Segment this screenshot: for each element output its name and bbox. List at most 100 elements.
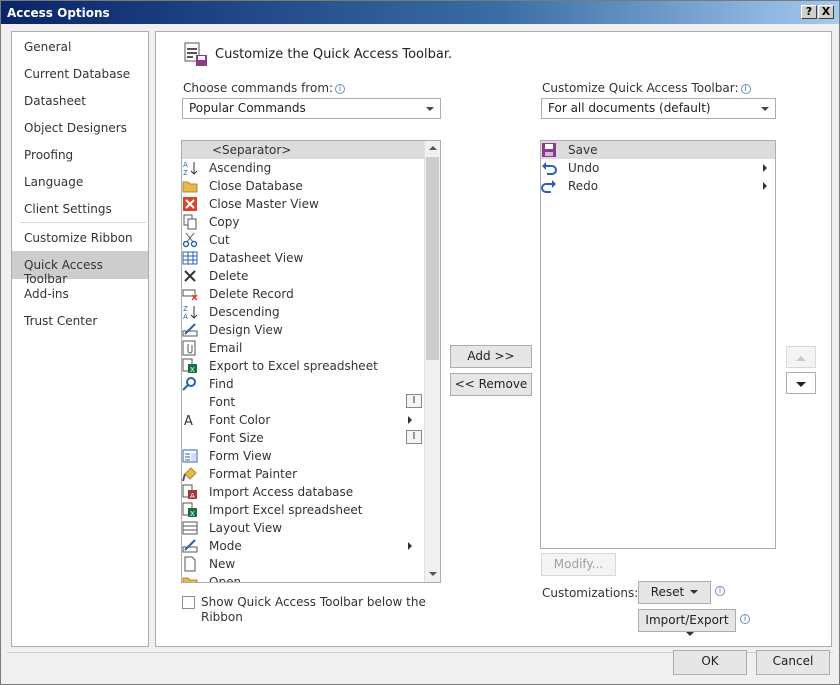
svg-text:X: X xyxy=(190,366,195,374)
page-title: Customize the Quick Access Toolbar. xyxy=(215,47,453,62)
command-item[interactable]: A Font Color xyxy=(182,411,424,429)
reset-button[interactable]: Reset xyxy=(638,581,711,604)
command-item[interactable]: Cut xyxy=(182,231,424,249)
sort-descending-icon: ZA xyxy=(183,305,198,320)
customizations-label: Customizations: xyxy=(542,586,639,600)
redo-icon xyxy=(541,180,556,193)
undo-icon xyxy=(542,162,557,175)
info-icon: i xyxy=(740,614,750,624)
command-label: Close Database xyxy=(209,179,303,193)
command-item[interactable]: Mode xyxy=(182,537,424,555)
command-item[interactable]: Font I xyxy=(182,393,424,411)
command-label: <Separator> xyxy=(212,143,292,157)
scissors-icon xyxy=(182,232,198,248)
command-item[interactable]: Open xyxy=(182,573,424,583)
command-item[interactable]: Close Master View xyxy=(182,195,424,213)
window-title: Access Options xyxy=(7,6,110,20)
info-icon: i xyxy=(715,586,725,596)
nav-item-trust-center[interactable]: Trust Center xyxy=(12,308,148,334)
help-button[interactable]: ? xyxy=(801,5,817,19)
commands-list[interactable]: <Separator> A Z Ascending Close Database Clos… xyxy=(181,140,441,583)
modify-button[interactable]: Modify... xyxy=(541,553,616,576)
scroll-down-button[interactable] xyxy=(425,567,440,582)
command-item[interactable]: Format Painter xyxy=(182,465,424,483)
cancel-button[interactable]: Cancel xyxy=(756,650,830,675)
command-item[interactable]: Email xyxy=(182,339,424,357)
command-item[interactable]: A Z Ascending xyxy=(182,159,424,177)
submenu-arrow-icon xyxy=(408,542,412,550)
ok-button[interactable]: OK xyxy=(673,650,747,675)
remove-button[interactable]: << Remove xyxy=(450,373,532,396)
command-item[interactable]: Copy xyxy=(182,213,424,231)
chevron-down-icon xyxy=(686,632,694,636)
command-label: Email xyxy=(209,341,243,355)
command-item[interactable]: Design View xyxy=(182,321,424,339)
command-label: Layout View xyxy=(209,521,283,535)
add-button[interactable]: Add >> xyxy=(450,345,532,368)
x-icon xyxy=(184,270,196,282)
svg-text:A: A xyxy=(190,492,195,500)
command-item[interactable]: Close Database xyxy=(182,177,424,195)
command-item[interactable]: X Import Excel spreadsheet xyxy=(182,501,424,519)
commands-scrollbar[interactable] xyxy=(424,141,440,582)
nav-item-proofing[interactable]: Proofing xyxy=(12,142,148,168)
command-item[interactable]: Delete Record xyxy=(182,285,424,303)
command-item[interactable]: Delete xyxy=(182,267,424,285)
command-item[interactable]: Form View xyxy=(182,447,424,465)
command-item[interactable]: Z A Descending xyxy=(182,303,424,321)
excel-import-icon: X xyxy=(182,502,197,518)
access-options-dialog: Access Options ? X General Current Datab… xyxy=(0,0,840,685)
import-export-button[interactable]: Import/Export xyxy=(638,609,736,636)
excel-export-icon: X xyxy=(182,358,197,374)
toolbar-item-redo[interactable]: Redo xyxy=(541,177,775,195)
choose-commands-dropdown[interactable]: Popular Commands xyxy=(182,98,441,119)
nav-item-datasheet[interactable]: Datasheet xyxy=(12,88,148,114)
submenu-arrow-icon xyxy=(408,416,412,424)
move-up-button[interactable] xyxy=(786,346,816,368)
command-item[interactable]: Layout View xyxy=(182,519,424,537)
command-item[interactable]: Font Size I xyxy=(182,429,424,447)
design-view-icon xyxy=(182,323,198,337)
save-icon xyxy=(542,143,556,157)
mode-icon xyxy=(182,539,198,553)
access-import-icon: A xyxy=(182,484,197,500)
command-item[interactable]: Find xyxy=(182,375,424,393)
command-label: Format Painter xyxy=(209,467,298,481)
command-label: Open xyxy=(209,575,242,583)
show-below-ribbon-checkbox[interactable] xyxy=(182,596,195,609)
nav-item-current-database[interactable]: Current Database xyxy=(12,61,148,87)
command-item[interactable]: Datasheet View xyxy=(182,249,424,267)
folder-icon xyxy=(182,577,198,582)
nav-item-object-designers[interactable]: Object Designers xyxy=(12,115,148,141)
toolbar-items-list[interactable]: Save Undo Redo xyxy=(540,140,776,549)
command-label: Import Excel spreadsheet xyxy=(209,503,363,517)
command-item[interactable]: New xyxy=(182,555,424,573)
move-down-button[interactable] xyxy=(786,372,816,394)
svg-text:A: A xyxy=(183,313,188,320)
command-item[interactable]: X Export to Excel spreadsheet xyxy=(182,357,424,375)
arrow-down-icon xyxy=(796,382,806,387)
text-field-icon: I xyxy=(406,394,422,408)
nav-item-add-ins[interactable]: Add-ins xyxy=(12,281,148,307)
command-label: Copy xyxy=(209,215,240,229)
svg-text:Z: Z xyxy=(183,305,188,313)
nav-item-general[interactable]: General xyxy=(12,34,148,60)
scroll-up-button[interactable] xyxy=(425,141,440,156)
chevron-down-icon xyxy=(426,107,434,111)
scroll-thumb[interactable] xyxy=(426,157,439,360)
command-item[interactable]: <Separator> xyxy=(182,141,424,159)
folder-icon xyxy=(182,181,198,193)
close-button[interactable]: X xyxy=(818,5,834,19)
command-label: Ascending xyxy=(209,161,272,175)
nav-item-language[interactable]: Language xyxy=(12,169,148,195)
nav-item-client-settings[interactable]: Client Settings xyxy=(12,196,148,222)
toolbar-item-save[interactable]: Save xyxy=(541,141,775,159)
nav-item-quick-access-toolbar[interactable]: Quick Access Toolbar xyxy=(12,251,148,286)
command-label: Delete Record xyxy=(209,287,294,301)
toolbar-item-undo[interactable]: Undo xyxy=(541,159,775,177)
command-label: Find xyxy=(209,377,234,391)
customize-toolbar-dropdown[interactable]: For all documents (default) xyxy=(541,98,776,119)
command-item[interactable]: A Import Access database xyxy=(182,483,424,501)
nav-item-customize-ribbon[interactable]: Customize Ribbon xyxy=(12,225,148,251)
sort-ascending-icon: AZ xyxy=(183,161,198,176)
